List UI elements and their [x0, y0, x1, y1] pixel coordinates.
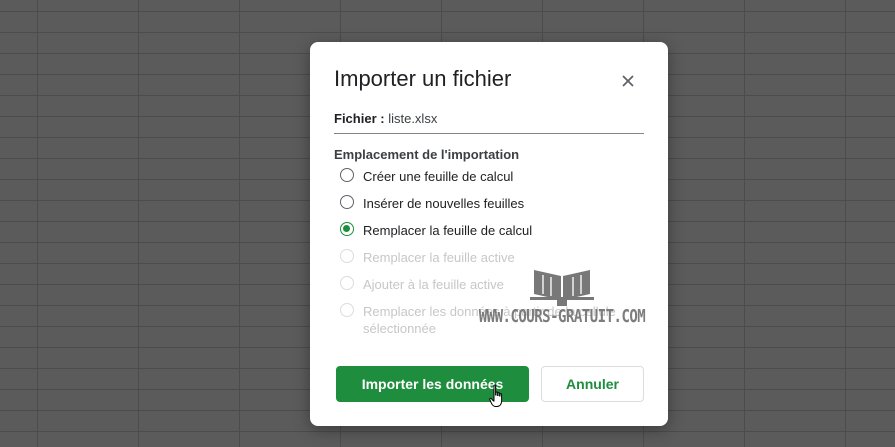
radio-append-active-sheet: [340, 276, 354, 290]
import-location-options: Créer une feuille de calcul Insérer de n…: [340, 167, 640, 342]
option-label: Ajouter à la feuille active: [363, 277, 504, 292]
file-field: Fichier : liste.xlsx: [334, 111, 644, 134]
radio-create-spreadsheet[interactable]: [340, 168, 354, 182]
close-button[interactable]: [614, 67, 642, 95]
option-create-spreadsheet[interactable]: Créer une feuille de calcul: [340, 167, 640, 194]
cancel-button[interactable]: Annuler: [541, 366, 644, 402]
dialog-title: Importer un fichier: [334, 66, 512, 91]
option-append-active-sheet: Ajouter à la feuille active: [340, 275, 640, 302]
radio-replace-active-sheet: [340, 249, 354, 263]
option-label: Insérer de nouvelles feuilles: [363, 196, 525, 211]
hand-pointer-icon: [489, 384, 503, 407]
option-replace-active-sheet: Remplacer la feuille active: [340, 248, 640, 275]
file-label: Fichier :: [334, 111, 385, 126]
radio-replace-spreadsheet[interactable]: [340, 222, 354, 236]
import-location-label: Emplacement de l'importation: [334, 147, 520, 162]
option-replace-at-selected-cell: Remplacer les données à partir de la cel…: [340, 302, 640, 342]
option-insert-new-sheets[interactable]: Insérer de nouvelles feuilles: [340, 194, 640, 221]
import-file-dialog: Importer un fichier Fichier : liste.xlsx…: [310, 42, 668, 426]
radio-insert-new-sheets[interactable]: [340, 195, 354, 209]
radio-replace-at-selected-cell: [340, 303, 354, 317]
file-name: liste.xlsx: [388, 111, 438, 126]
close-icon: [622, 75, 634, 87]
option-label: Remplacer les données à partir de la cel…: [363, 304, 616, 336]
option-label: Créer une feuille de calcul: [363, 169, 514, 184]
option-label: Remplacer la feuille active: [363, 250, 515, 265]
option-label: Remplacer la feuille de calcul: [363, 223, 533, 238]
option-replace-spreadsheet[interactable]: Remplacer la feuille de calcul: [340, 221, 640, 248]
